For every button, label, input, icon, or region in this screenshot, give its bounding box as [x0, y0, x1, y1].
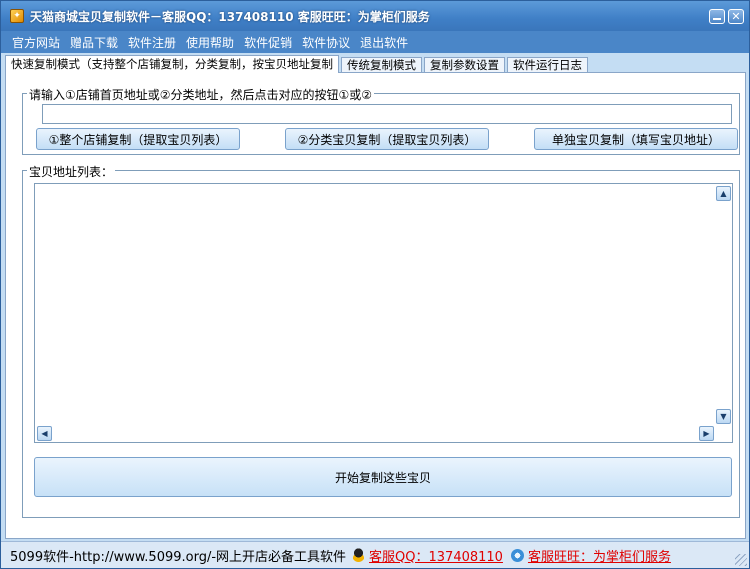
- tab-traditional-copy[interactable]: 传统复制模式: [341, 57, 422, 73]
- menu-gift-download[interactable]: 赠品下载: [65, 34, 123, 51]
- qq-support-link[interactable]: 客服QQ：137408110: [369, 546, 503, 565]
- menu-register[interactable]: 软件注册: [123, 34, 181, 51]
- item-list-legend: 宝贝地址列表：: [27, 163, 116, 180]
- vertical-scrollbar[interactable]: ▲ ▼: [715, 184, 732, 426]
- qq-icon: [352, 548, 366, 562]
- horizontal-scrollbar[interactable]: ◀ ▶: [35, 425, 716, 442]
- menu-exit[interactable]: 退出软件: [355, 34, 413, 51]
- tab-strip: 快速复制模式（支持整个店铺复制，分类复制，按宝贝地址复制 传统复制模式 复制参数…: [5, 55, 590, 73]
- window-title: 天猫商城宝贝复制软件－客服QQ：137408110 客服旺旺：为掌柜们服务: [30, 9, 430, 24]
- close-button[interactable]: ✕: [728, 9, 744, 24]
- menu-promotion[interactable]: 软件促销: [239, 34, 297, 51]
- shop-url-input[interactable]: [42, 104, 732, 124]
- category-copy-button[interactable]: ②分类宝贝复制（提取宝贝列表）: [285, 128, 489, 150]
- minimize-button[interactable]: [709, 9, 725, 24]
- single-item-copy-button[interactable]: 单独宝贝复制（填写宝贝地址）: [534, 128, 738, 150]
- menu-official-site[interactable]: 官方网站: [7, 34, 65, 51]
- item-url-list[interactable]: ▲ ▼ ◀ ▶: [34, 183, 733, 443]
- url-input-legend: 请输入①店铺首页地址或②分类地址，然后点击对应的按钮①或②: [27, 86, 375, 103]
- whole-shop-copy-button[interactable]: ①整个店铺复制（提取宝贝列表）: [36, 128, 240, 150]
- scroll-up-icon[interactable]: ▲: [716, 186, 731, 201]
- minimize-icon: [713, 18, 721, 20]
- menu-help[interactable]: 使用帮助: [181, 34, 239, 51]
- tab-run-log[interactable]: 软件运行日志: [507, 57, 588, 73]
- resize-grip-icon[interactable]: [735, 554, 747, 566]
- app-icon: ✦: [10, 9, 24, 23]
- url-input-group: 请输入①店铺首页地址或②分类地址，然后点击对应的按钮①或② ①整个店铺复制（提取…: [22, 86, 740, 155]
- close-icon: ✕: [731, 10, 741, 23]
- scroll-right-icon[interactable]: ▶: [699, 426, 714, 441]
- start-copy-button[interactable]: 开始复制这些宝贝: [34, 457, 732, 497]
- tab-quick-copy[interactable]: 快速复制模式（支持整个店铺复制，分类复制，按宝贝地址复制: [5, 55, 339, 73]
- title-bar[interactable]: ✦ 天猫商城宝贝复制软件－客服QQ：137408110 客服旺旺：为掌柜们服务 …: [1, 1, 749, 31]
- wangwang-icon: [510, 548, 524, 562]
- status-text: 5099软件-http://www.5099.org/-网上开店必备工具软件: [10, 549, 347, 565]
- app-window: ✦ 天猫商城宝贝复制软件－客服QQ：137408110 客服旺旺：为掌柜们服务 …: [0, 0, 750, 569]
- tab-copy-settings[interactable]: 复制参数设置: [424, 57, 505, 73]
- tab-panel: 请输入①店铺首页地址或②分类地址，然后点击对应的按钮①或② ①整个店铺复制（提取…: [5, 72, 746, 539]
- item-list-group: 宝贝地址列表： ▲ ▼ ◀ ▶ 开始复制这些宝贝: [22, 163, 740, 518]
- menu-agreement[interactable]: 软件协议: [297, 34, 355, 51]
- menu-bar: 官方网站 赠品下载 软件注册 使用帮助 软件促销 软件协议 退出软件: [1, 31, 749, 53]
- scroll-down-icon[interactable]: ▼: [716, 409, 731, 424]
- wangwang-support-link[interactable]: 客服旺旺：为掌柜们服务: [528, 546, 671, 565]
- status-bar: 5099软件-http://www.5099.org/-网上开店必备工具软件 客…: [1, 541, 749, 568]
- scroll-left-icon[interactable]: ◀: [37, 426, 52, 441]
